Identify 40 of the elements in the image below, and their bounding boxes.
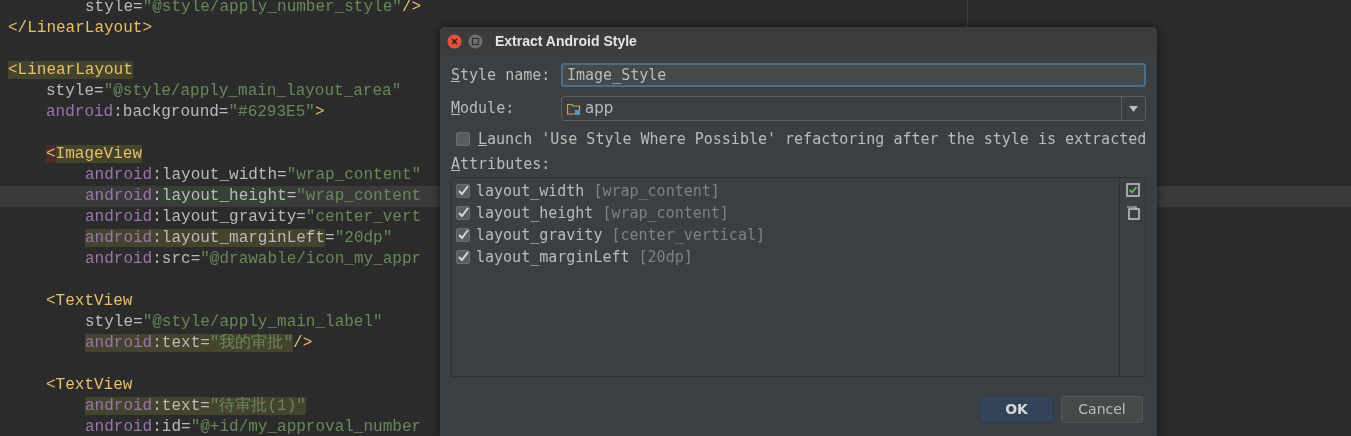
attribute-item[interactable]: layout_gravity [center_vertical] xyxy=(476,223,765,247)
ok-button[interactable]: OK xyxy=(979,396,1054,423)
code-line: style="@style/apply_main_label" xyxy=(85,313,383,331)
code-line: android:text="待审批(1)" xyxy=(85,397,306,415)
code-line: android:id="@+id/my_approval_number xyxy=(85,418,422,436)
code-line: android:layout_width="wrap_content" xyxy=(85,166,422,184)
code-line: style="@style/apply_number_style"/> xyxy=(85,0,422,16)
code-line: </LinearLayout> xyxy=(8,19,153,37)
code-line: style="@style/apply_main_layout_area" xyxy=(46,82,402,100)
folder-icon xyxy=(567,102,581,115)
style-name-field[interactable]: Image_Style xyxy=(561,63,1146,87)
code-line: android:layout_marginLeft="20dp" xyxy=(85,229,393,247)
check-all-icon[interactable] xyxy=(1125,183,1140,197)
code-line: <TextView xyxy=(46,292,133,310)
code-line: <ImageView xyxy=(46,145,143,163)
minimize-icon[interactable] xyxy=(468,33,483,49)
checkbox[interactable] xyxy=(456,206,470,220)
code-line: android:layout_height="wrap_content xyxy=(85,187,422,205)
checkbox[interactable] xyxy=(456,132,470,146)
checkbox[interactable] xyxy=(456,228,470,242)
dialog-title: Extract Android Style xyxy=(495,31,637,51)
checkbox[interactable] xyxy=(456,184,470,198)
field-label: Style name: xyxy=(451,64,552,86)
close-icon[interactable] xyxy=(447,33,462,49)
cancel-button[interactable]: Cancel xyxy=(1061,396,1143,423)
field-label: Module: xyxy=(451,98,516,120)
section-label: Attributes: xyxy=(451,154,552,175)
code-line: android:layout_gravity="center_vert xyxy=(85,208,422,226)
code-line: android:background="#6293E5"> xyxy=(46,103,325,121)
checkbox[interactable] xyxy=(456,250,470,264)
module-dropdown[interactable]: app xyxy=(561,96,1146,121)
uncheck-all-icon[interactable] xyxy=(1125,206,1140,220)
attribute-item[interactable]: layout_marginLeft [20dp] xyxy=(476,245,693,269)
code-line: <TextView xyxy=(46,376,133,394)
dropdown-caret-icon xyxy=(1129,105,1138,112)
checkbox-label: Launch 'Use Style Where Possible' refactoring after the style is extracted xyxy=(478,128,1147,150)
code-line: android:src="@drawable/icon_my_appr xyxy=(85,250,422,268)
attribute-item[interactable]: layout_width [wrap_content] xyxy=(476,179,720,203)
code-line: android:text="我的审批"/> xyxy=(85,334,313,352)
attribute-item[interactable]: layout_height [wrap_content] xyxy=(476,201,729,225)
